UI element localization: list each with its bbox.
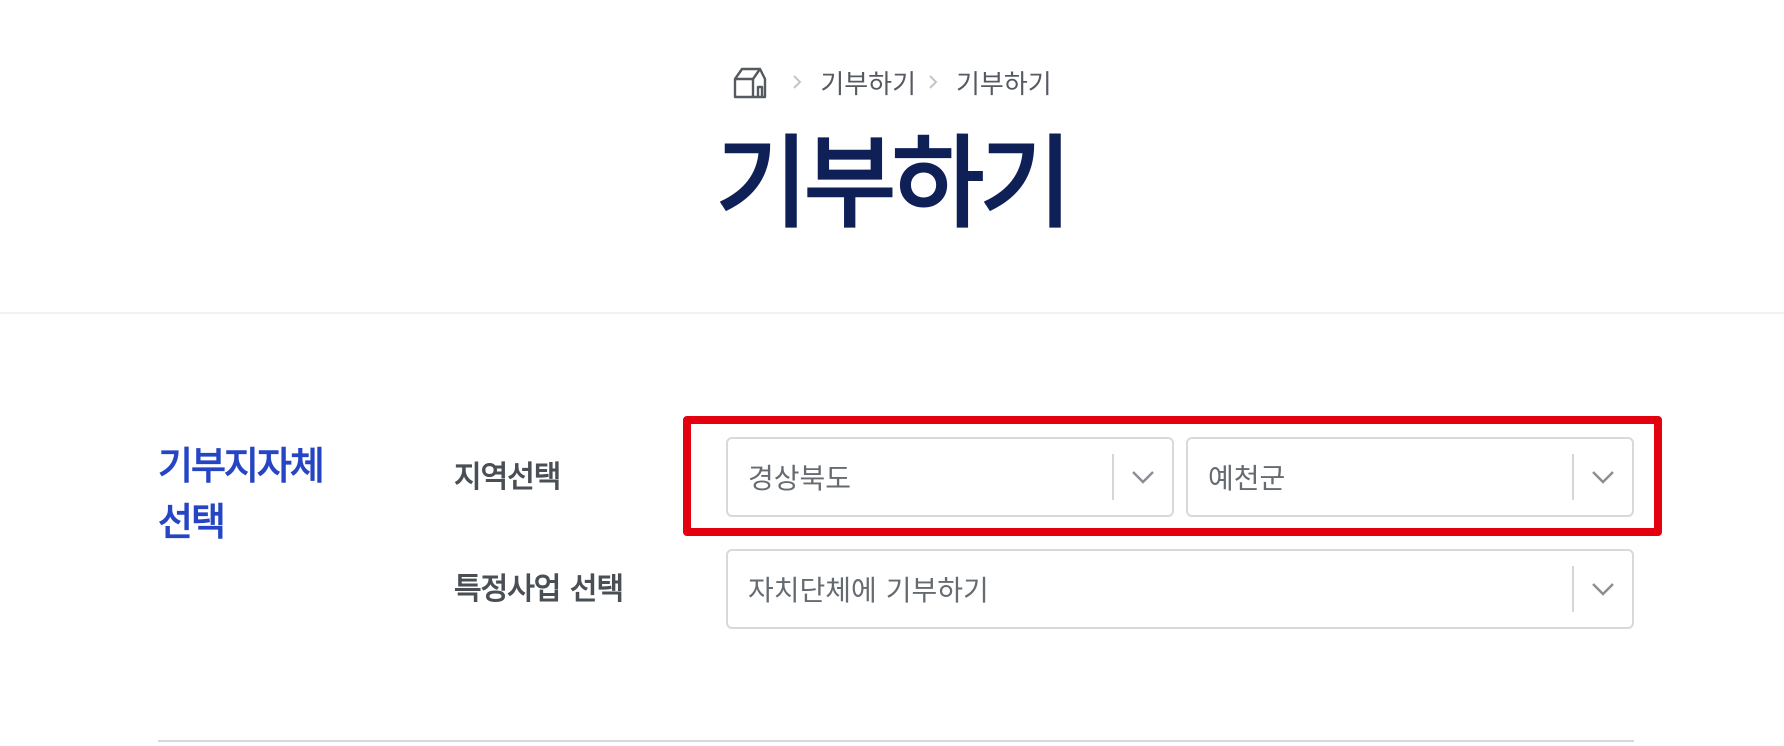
chevron-down-icon[interactable] (1574, 549, 1632, 629)
page-title: 기부하기 (716, 125, 1072, 242)
home-icon[interactable] (732, 64, 768, 100)
chevron-right-icon (928, 72, 944, 92)
project-select[interactable]: 자치단체에 기부하기 (726, 549, 1634, 629)
project-select-label: 특정사업 선택 (454, 572, 624, 607)
highlight-box (683, 416, 1662, 536)
section-title: 기부지자체 선택 (158, 438, 378, 550)
section-title-line: 기부지자체 (158, 444, 325, 488)
breadcrumb-item[interactable]: 기부하기 (820, 64, 916, 101)
region-select-label: 지역선택 (454, 460, 561, 495)
chevron-right-icon (792, 72, 808, 92)
section-title-line: 선택 (158, 500, 226, 544)
project-select-value: 자치단체에 기부하기 (748, 574, 989, 607)
divider (158, 740, 1634, 742)
breadcrumb-item-current[interactable]: 기부하기 (956, 64, 1052, 101)
breadcrumb: 기부하기 기부하기 (0, 62, 1784, 102)
page-header: 기부하기 기부하기 기부하기 (0, 0, 1784, 314)
